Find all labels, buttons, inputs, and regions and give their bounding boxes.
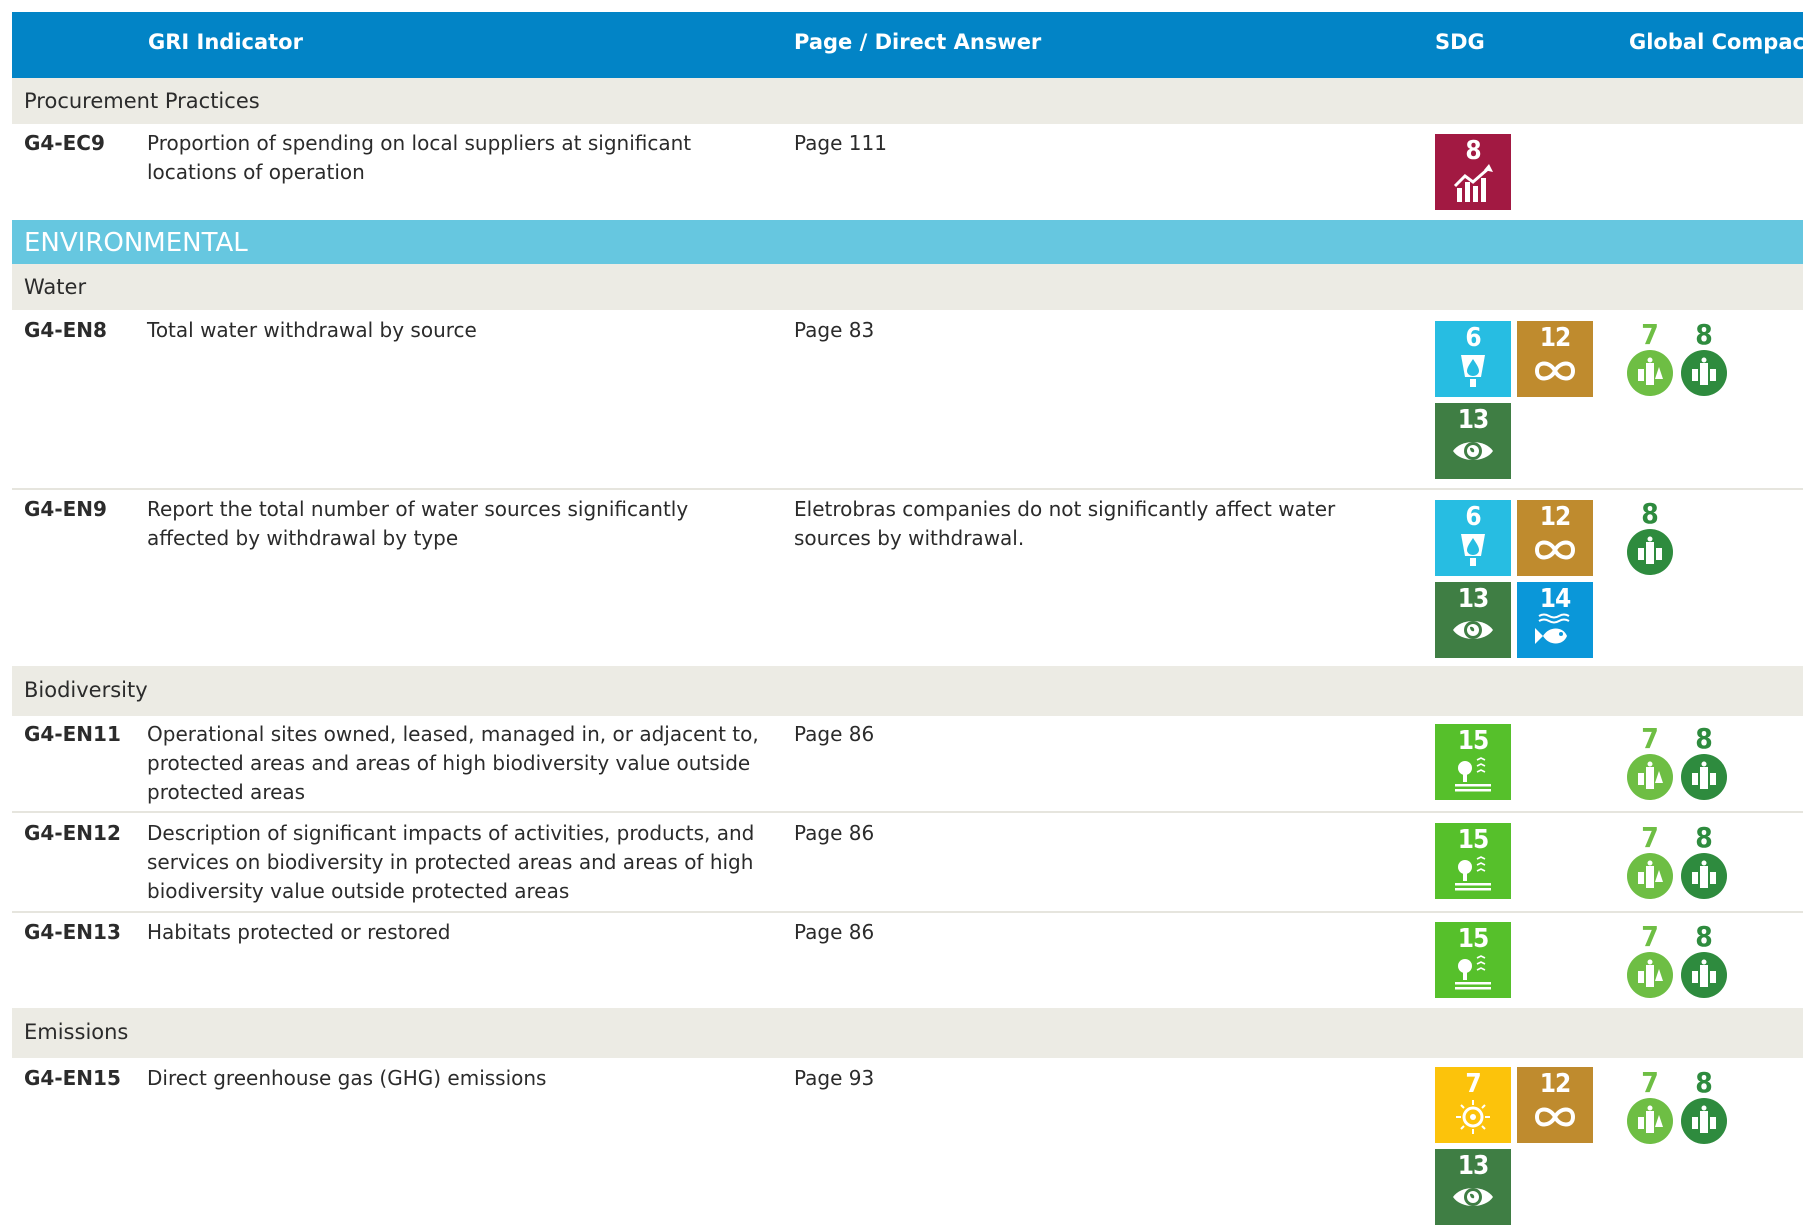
sdg-15-icon: 15: [1435, 823, 1511, 899]
sdg-13-icon: 13: [1435, 582, 1511, 658]
indicator-description: Direct greenhouse gas (GHG) emissions: [147, 1066, 547, 1090]
sdg-12-icon: 12: [1517, 500, 1593, 576]
indicator-code: G4-EN12: [24, 821, 121, 845]
header-global-compact: Global Compact: [1629, 30, 1803, 54]
page-answer: Page 111: [794, 131, 887, 155]
indicator-description: Proportion of spending on local supplier…: [147, 131, 692, 184]
section-environmental: ENVIRONMENTAL: [12, 220, 1803, 264]
indicator-code: G4-EN11: [24, 722, 121, 746]
section-label: ENVIRONMENTAL: [24, 228, 248, 258]
indicator-description: Total water withdrawal by source: [147, 318, 477, 342]
indicator-code: G4-EN8: [24, 318, 107, 342]
header-sdg: SDG: [1435, 30, 1485, 54]
gri-index-page: GRI Indicator Page / Direct Answer SDG G…: [0, 0, 1803, 1229]
header-gri-indicator: GRI Indicator: [148, 30, 303, 54]
row-divider: [12, 911, 1803, 913]
sdg-13-icon: 13: [1435, 403, 1511, 479]
sdg-13-icon: 13: [1435, 1149, 1511, 1225]
indicator-code: G4-EN15: [24, 1066, 121, 1090]
row-divider: [12, 811, 1803, 813]
section-biodiversity: Biodiversity: [12, 666, 1803, 716]
indicator-description: Operational sites owned, leased, managed…: [147, 722, 759, 804]
page-answer: Page 86: [794, 821, 875, 845]
page-answer: Page 83: [794, 318, 875, 342]
section-water: Water: [12, 264, 1803, 310]
sdg-12-icon: 12: [1517, 1067, 1593, 1143]
sdg-12-icon: 12: [1517, 321, 1593, 397]
sdg-8-icon: 8: [1435, 134, 1511, 210]
page-answer: Page 86: [794, 920, 875, 944]
page-answer: Eletrobras companies do not significantl…: [794, 497, 1336, 550]
section-label: Biodiversity: [24, 678, 148, 702]
indicator-description: Description of significant impacts of ac…: [147, 821, 755, 903]
sdg-6-icon: 6: [1435, 321, 1511, 397]
header-page-answer: Page / Direct Answer: [794, 30, 1042, 54]
section-label: Water: [24, 275, 87, 299]
indicator-code: G4-EC9: [24, 131, 105, 155]
indicator-description: Habitats protected or restored: [147, 920, 451, 944]
sdg-7-icon: 7: [1435, 1067, 1511, 1143]
section-label: Procurement Practices: [24, 89, 260, 113]
page-answer: Page 86: [794, 722, 875, 746]
row-divider: [12, 488, 1803, 490]
page-answer: Page 93: [794, 1066, 875, 1090]
section-label: Emissions: [24, 1020, 129, 1044]
indicator-description: Report the total number of water sources…: [147, 497, 689, 550]
table-header: GRI Indicator Page / Direct Answer SDG G…: [12, 12, 1803, 78]
sdg-6-icon: 6: [1435, 500, 1511, 576]
sdg-15-icon: 15: [1435, 922, 1511, 998]
sdg-14-icon: 14: [1517, 582, 1593, 658]
section-emissions: Emissions: [12, 1008, 1803, 1058]
section-procurement: Procurement Practices: [12, 78, 1803, 124]
sdg-15-icon: 15: [1435, 724, 1511, 800]
indicator-code: G4-EN9: [24, 497, 107, 521]
indicator-code: G4-EN13: [24, 920, 121, 944]
